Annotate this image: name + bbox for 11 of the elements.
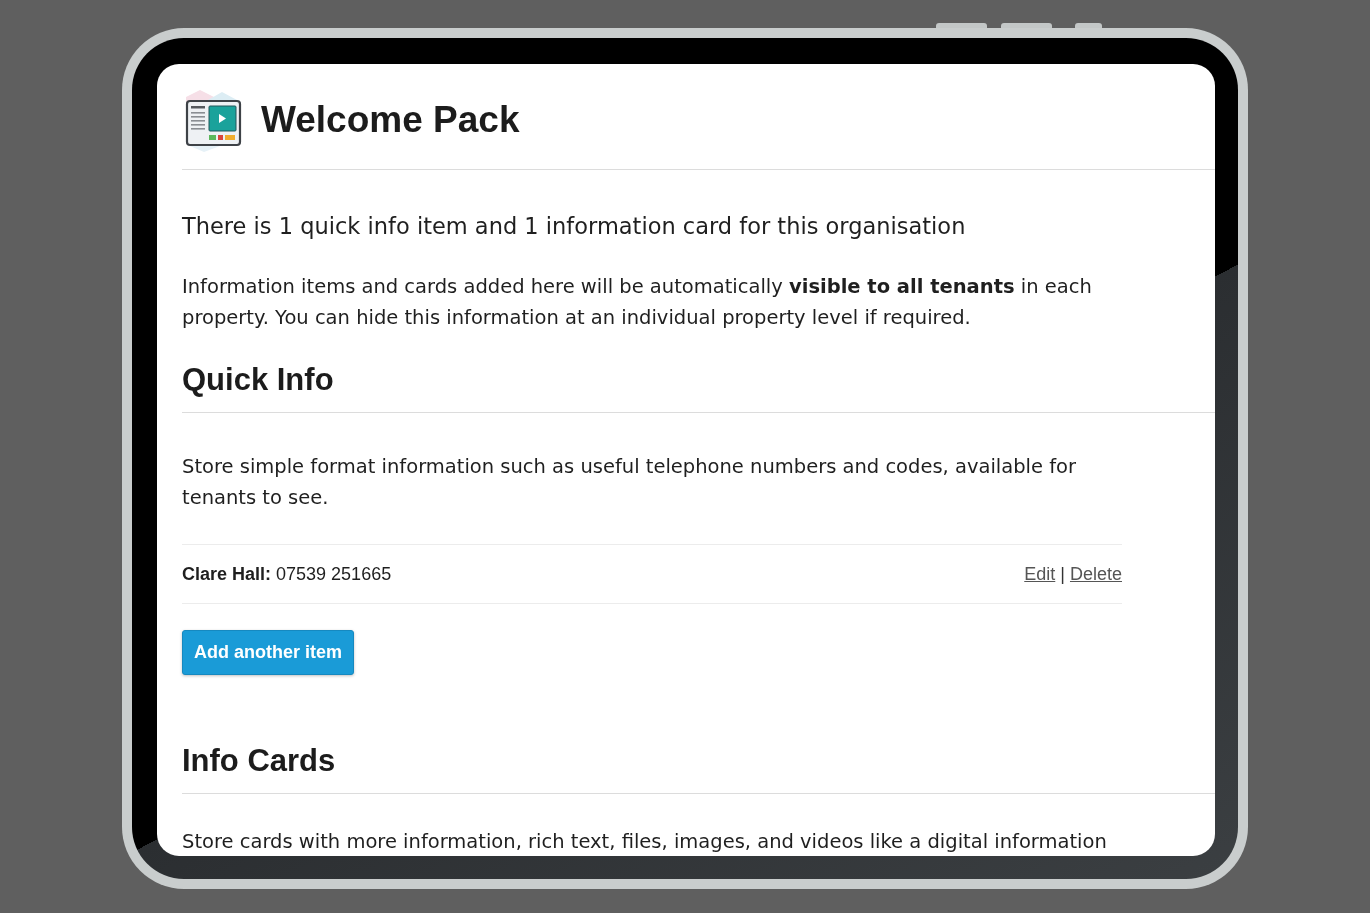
section-heading: Quick Info bbox=[182, 360, 1215, 413]
action-link[interactable]: Edit bbox=[1024, 563, 1056, 585]
action-link[interactable]: Delete bbox=[1069, 563, 1122, 585]
section-heading: Info Cards bbox=[182, 741, 1215, 794]
notice-text: Information items and cards added here will be automatically visible to all tenants in each property. You can hide this information at an individual property level if required. bbox=[182, 274, 1093, 331]
summary-text: There is 1 quick info item and 1 information card for this organisation bbox=[182, 212, 967, 241]
separator-text: | bbox=[1060, 563, 1065, 585]
quick-info-item-text: Clare Hall: 07539 251665 bbox=[182, 563, 392, 585]
page-title: Welcome Pack bbox=[261, 98, 520, 142]
section-description: Store cards with more information, rich text, files, images, and videos like a digital information bbox=[182, 830, 1107, 854]
section-description: Store simple format information such as useful telephone numbers and codes, available for tenants to see. bbox=[182, 454, 1077, 511]
